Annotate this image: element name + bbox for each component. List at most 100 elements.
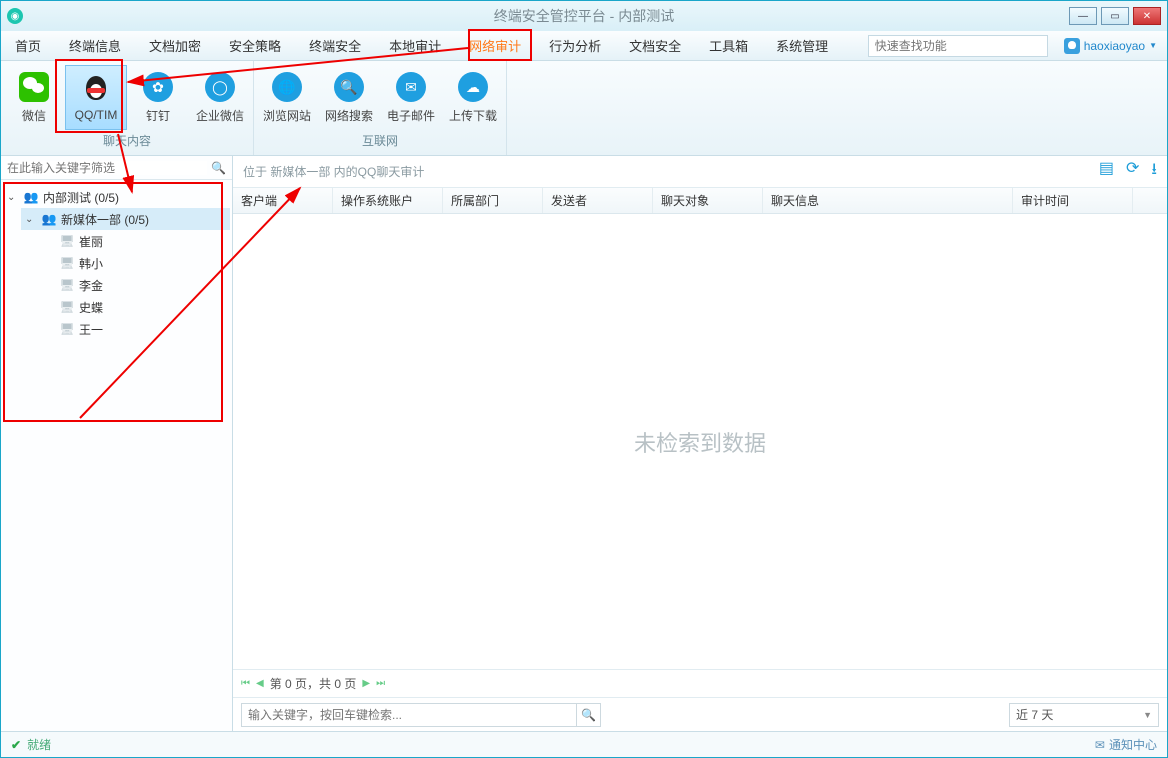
tree-root-label: 内部测试 (0/5) (43, 189, 119, 206)
tree-user-label: 崔丽 (79, 233, 103, 250)
chevron-down-icon: ▼ (1149, 41, 1157, 50)
tree-user-label: 李金 (79, 277, 103, 294)
app-logo-icon: ◉ (7, 8, 23, 24)
table-body: 未检索到数据 (233, 214, 1167, 669)
ribbon-label: 浏览网站 (263, 107, 311, 124)
table-header: 客户端操作系统账户所属部门发送者聊天对象聊天信息审计时间 (233, 188, 1167, 214)
search-icon[interactable]: 🔍 (576, 704, 600, 726)
minimize-button[interactable]: — (1069, 7, 1097, 25)
wework-icon: ◯ (204, 71, 236, 103)
pager-first-icon[interactable]: ⏮ (241, 678, 250, 689)
ribbon-websearch[interactable]: 🔍网络搜索 (318, 65, 380, 130)
ribbon-email[interactable]: ✉ 电子邮件 (380, 65, 442, 130)
pager-text: 第 0 页，共 0 页 (270, 675, 357, 692)
notify-label: 通知中心 (1109, 736, 1157, 753)
user-menu[interactable]: haoxiaoyao ▼ (1054, 31, 1167, 60)
pager-next-icon[interactable]: ▶ (362, 678, 370, 689)
monitor-icon: 🖥 (59, 234, 75, 248)
tree-filter[interactable]: 🔍 (1, 156, 232, 180)
column-header[interactable]: 聊天信息 (763, 188, 1013, 213)
tree-user[interactable]: 🖥 韩小 (39, 252, 230, 274)
tree-user[interactable]: 🖥 史蝶 (39, 296, 230, 318)
ribbon-group-label: 互联网 (254, 130, 506, 153)
download-icon[interactable]: ⭳ (1151, 158, 1157, 185)
ribbon-label: 钉钉 (146, 107, 170, 124)
qqtim-icon (80, 72, 112, 104)
tree-dept-label: 新媒体一部 (0/5) (61, 211, 149, 228)
tree-user-label: 史蝶 (79, 299, 103, 316)
status-bar: ✔ 就绪 ✉ 通知中心 (1, 731, 1167, 757)
ribbon-dingding[interactable]: ✿ 钉钉 (127, 65, 189, 130)
chevron-down-icon: ⌄ (7, 192, 19, 203)
column-header[interactable]: 客户端 (233, 188, 333, 213)
tree-user[interactable]: 🖥 李金 (39, 274, 230, 296)
main-panel: 位于 新媒体一部 内的QQ聊天审计 ▤ ⟳ ⭳ 客户端操作系统账户所属部门发送者… (233, 156, 1167, 731)
ribbon-upload[interactable]: ☁上传下载 (442, 65, 504, 130)
tree-dept[interactable]: ⌄ 👥 新媒体一部 (0/5) (21, 208, 230, 230)
tree-user-label: 王一 (79, 321, 103, 338)
quick-search[interactable] (868, 35, 1048, 57)
pager: ⏮ ◀ 第 0 页，共 0 页 ▶ ⏭ (233, 669, 1167, 697)
menu-tab-9[interactable]: 工具箱 (695, 31, 762, 60)
tree-filter-input[interactable] (7, 161, 207, 175)
ribbon-browse[interactable]: 🌐 浏览网站 (256, 65, 318, 130)
group-icon: 👥 (23, 190, 39, 204)
columns-icon[interactable]: ▤ (1099, 158, 1114, 185)
browse-icon: 🌐 (271, 71, 303, 103)
column-header[interactable]: 发送者 (543, 188, 653, 213)
ribbon-label: 电子邮件 (387, 107, 435, 124)
ribbon: 微信 QQ/TIM ✿ 钉钉 ◯ 企业微信聊天内容 🌐 浏览网站 🔍网络搜索 ✉ 电子邮件 ☁上传下载… (1, 61, 1167, 156)
menu-tab-4[interactable]: 终端安全 (295, 31, 375, 60)
column-header[interactable]: 所属部门 (443, 188, 543, 213)
monitor-icon: 🖥 (59, 278, 75, 292)
pager-last-icon[interactable]: ⏭ (376, 678, 385, 689)
close-button[interactable]: ✕ (1133, 7, 1161, 25)
org-tree: ⌄ 👥 内部测试 (0/5) ⌄ 👥 新媒体一部 (0/5) 🖥 崔丽 🖥 韩小 🖥 李金… (1, 180, 232, 731)
pager-prev-icon[interactable]: ◀ (256, 678, 264, 689)
ribbon-group-label: 聊天内容 (1, 130, 253, 153)
window-title: 终端安全管控平台 - 内部测试 (494, 6, 674, 26)
notification-center[interactable]: ✉ 通知中心 (1095, 736, 1157, 753)
tree-user[interactable]: 🖥王一 (39, 318, 230, 340)
sidebar: 🔍 ⌄ 👥 内部测试 (0/5) ⌄ 👥 新媒体一部 (0/5) 🖥崔丽🖥韩小🖥… (1, 156, 233, 731)
tree-root[interactable]: ⌄ 👥 内部测试 (0/5) (3, 186, 230, 208)
menu-tab-5[interactable]: 本地审计 (375, 31, 455, 60)
column-header[interactable]: 聊天对象 (653, 188, 763, 213)
group-icon: 👥 (41, 212, 57, 226)
menu-tab-7[interactable]: 行为分析 (535, 31, 615, 60)
menu-tab-2[interactable]: 文档加密 (135, 31, 215, 60)
menu-tab-1[interactable]: 终端信息 (55, 31, 135, 60)
empty-state: 未检索到数据 (634, 426, 766, 458)
ribbon-wework[interactable]: ◯ 企业微信 (189, 65, 251, 130)
menu-tab-3[interactable]: 安全策略 (215, 31, 295, 60)
websearch-icon: 🔍 (333, 71, 365, 103)
wechat-icon (18, 71, 50, 103)
keyword-search[interactable]: 🔍 (241, 703, 601, 727)
menu-tab-10[interactable]: 系统管理 (762, 31, 842, 60)
column-header[interactable]: 审计时间 (1013, 188, 1133, 213)
column-header[interactable]: 操作系统账户 (333, 188, 443, 213)
date-range-select[interactable]: 近 7 天 ▼ (1009, 703, 1159, 727)
tree-user[interactable]: 🖥 崔丽 (39, 230, 230, 252)
date-range-label: 近 7 天 (1016, 706, 1053, 723)
mail-icon: ✉ (1095, 738, 1105, 752)
ribbon-wechat[interactable]: 微信 (3, 65, 65, 130)
ribbon-label: 企业微信 (196, 107, 244, 124)
email-icon: ✉ (395, 71, 427, 103)
quick-search-input[interactable] (875, 39, 1041, 53)
dingding-icon: ✿ (142, 71, 174, 103)
menu-tab-0[interactable]: 首页 (1, 31, 55, 60)
monitor-icon: 🖥 (59, 256, 75, 270)
monitor-icon: 🖥 (59, 300, 75, 314)
check-icon: ✔ (11, 738, 21, 752)
ribbon-qqtim[interactable]: QQ/TIM (65, 65, 127, 130)
tree-user-label: 韩小 (79, 255, 103, 272)
keyword-input[interactable] (242, 708, 576, 722)
refresh-icon[interactable]: ⟳ (1126, 158, 1139, 185)
chevron-down-icon: ⌄ (25, 214, 37, 225)
maximize-button[interactable]: ▭ (1101, 7, 1129, 25)
menu-tab-8[interactable]: 文档安全 (615, 31, 695, 60)
menu-tab-6[interactable]: 网络审计 (455, 31, 535, 60)
ribbon-label: QQ/TIM (75, 108, 118, 122)
titlebar: ◉ 终端安全管控平台 - 内部测试 — ▭ ✕ (1, 1, 1167, 31)
